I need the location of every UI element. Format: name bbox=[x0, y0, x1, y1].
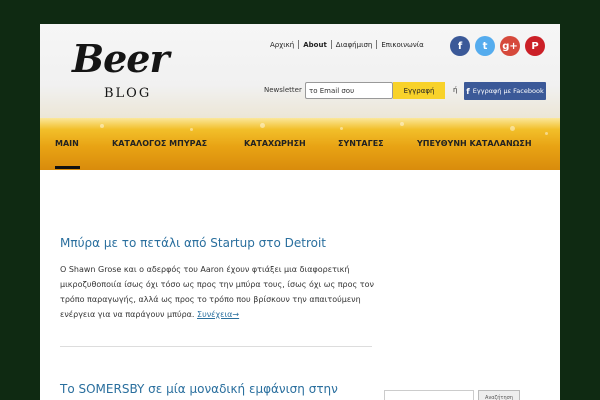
post-title-2[interactable]: Το SOMERSBY σε μία μοναδική εμφάνιση στη… bbox=[60, 382, 338, 396]
beer-bubble bbox=[545, 132, 548, 135]
post-excerpt: Ο Shawn Grose και ο αδερφός του Aaron έχ… bbox=[60, 262, 380, 322]
beer-bubble bbox=[100, 124, 104, 128]
nav-responsible-drinking[interactable]: ΥΠΕΥΘΥΝΗ ΚΑΤΑΛΑΝΩΣΗ bbox=[417, 139, 532, 148]
top-nav-advertising[interactable]: Διαφήμιση bbox=[332, 41, 377, 49]
facebook-icon[interactable]: f bbox=[450, 36, 470, 56]
newsletter-email-input[interactable] bbox=[305, 82, 393, 99]
main-nav: MAIN ΚΑΤΑΛΟΓΟΣ ΜΠΥΡΑΣ ΚΑΤΑΧΩΡΗΣΗ ΣΥΝΤΑΓΕ… bbox=[40, 118, 560, 170]
post-divider bbox=[60, 346, 372, 347]
top-nav: Αρχική About Διαφήμιση Επικοινωνία bbox=[266, 40, 428, 49]
nav-submission[interactable]: ΚΑΤΑΧΩΡΗΣΗ bbox=[244, 139, 306, 148]
facebook-register-label: Εγγραφή με Facebook bbox=[472, 87, 544, 95]
beer-bubble bbox=[400, 122, 404, 126]
beer-bubble bbox=[340, 127, 343, 130]
search-input[interactable] bbox=[384, 390, 474, 400]
nav-main[interactable]: MAIN bbox=[55, 139, 79, 148]
facebook-register-button[interactable]: f Εγγραφή με Facebook bbox=[464, 82, 546, 100]
pinterest-icon[interactable]: P bbox=[525, 36, 545, 56]
page: Beer BLOG Αρχική About Διαφήμιση Επικοιν… bbox=[40, 24, 560, 400]
logo-subtitle: BLOG bbox=[104, 86, 152, 101]
logo[interactable]: Beer bbox=[72, 40, 169, 78]
twitter-icon[interactable]: t bbox=[475, 36, 495, 56]
google-plus-icon[interactable]: g+ bbox=[500, 36, 520, 56]
nav-active-indicator bbox=[55, 166, 80, 169]
or-label: ή bbox=[453, 86, 458, 94]
post-title[interactable]: Μπύρα με το πετάλι από Startup στο Detro… bbox=[60, 236, 326, 250]
read-more-link[interactable]: Συνέχεια→ bbox=[197, 310, 239, 319]
top-nav-about[interactable]: About bbox=[299, 41, 331, 49]
newsletter-register-button[interactable]: Εγγραφή bbox=[393, 82, 445, 99]
content-area: Μπύρα με το πετάλι από Startup στο Detro… bbox=[40, 170, 560, 400]
beer-bubble bbox=[260, 123, 265, 128]
beer-bubble bbox=[190, 128, 193, 131]
top-nav-contact[interactable]: Επικοινωνία bbox=[377, 41, 427, 49]
search-button[interactable]: Αναζήτηση bbox=[478, 390, 520, 400]
top-nav-home[interactable]: Αρχική bbox=[266, 41, 298, 49]
nav-beer-catalog[interactable]: ΚΑΤΑΛΟΓΟΣ ΜΠΥΡΑΣ bbox=[112, 139, 207, 148]
header: Beer BLOG Αρχική About Διαφήμιση Επικοιν… bbox=[40, 24, 560, 118]
facebook-icon: f bbox=[466, 86, 470, 96]
newsletter-label: Newsletter bbox=[264, 86, 302, 94]
beer-bubble bbox=[510, 126, 515, 131]
nav-recipes[interactable]: ΣΥΝΤΑΓΕΣ bbox=[338, 139, 384, 148]
